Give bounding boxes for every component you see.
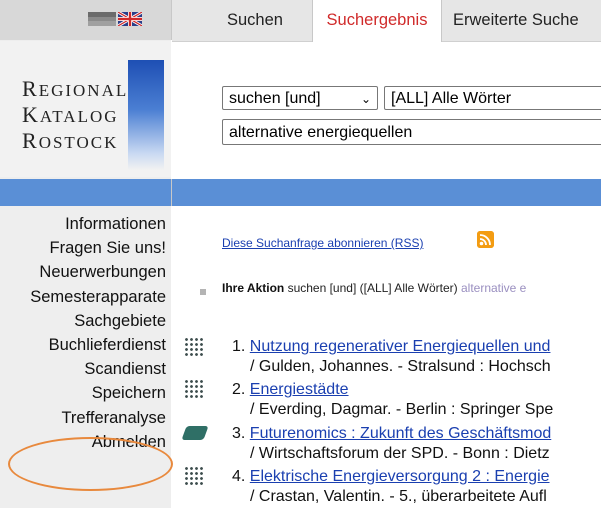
search-mode-value: suchen [und] <box>229 90 321 107</box>
tab-erweiterte-suche[interactable]: Erweiterte Suche <box>453 0 579 41</box>
logo-word-regional: REGIONAL <box>22 76 129 101</box>
text-document-icon <box>184 466 204 488</box>
rss-icon[interactable] <box>477 231 494 248</box>
sidebar-item-trefferanalyse[interactable]: Trefferanalyse <box>0 406 166 430</box>
tab-suchen[interactable]: Suchen <box>227 0 283 41</box>
result-title-link[interactable]: Futurenomics : Zukunft des Geschäftsmod <box>250 425 551 442</box>
logo-word-rostock: ROSTOCK <box>22 128 119 153</box>
sidebar-item-semesterapparate[interactable]: Semesterapparate <box>0 285 166 309</box>
result-detail: / Wirtschaftsforum der SPD. - Bonn : Die… <box>250 445 550 462</box>
result-detail: / Crastan, Valentin. - 5., überarbeitete… <box>250 488 547 505</box>
sidebar-item-sachgebiete[interactable]: Sachgebiete <box>0 309 166 333</box>
result-title-link[interactable]: Elektrische Energieversorgung 2 : Energi… <box>250 468 550 485</box>
sidebar-item-scandienst[interactable]: Scandienst <box>0 357 166 381</box>
rss-subscribe-link[interactable]: Diese Suchanfrage abonnieren (RSS) <box>222 236 423 250</box>
result-title-line: 2. Energiestädte <box>232 381 349 399</box>
highlight-ellipse <box>8 437 173 491</box>
action-label: Ihre Aktion <box>222 281 285 295</box>
result-number: 3. <box>232 425 250 442</box>
result-detail: / Everding, Dagmar. - Berlin : Springer … <box>250 401 554 418</box>
uk-flag-icon[interactable] <box>118 12 142 26</box>
search-mode-select[interactable]: suchen [und] ⌄ <box>222 86 378 110</box>
search-field-value: [ALL] Alle Wörter <box>391 90 512 107</box>
search-input[interactable]: alternative energiequellen <box>222 119 601 145</box>
result-number: 1. <box>232 338 250 355</box>
chevron-down-icon: ⌄ <box>360 92 371 106</box>
sidebar-item-speichern[interactable]: Speichern <box>0 381 166 405</box>
bullet-icon <box>200 289 206 295</box>
result-title-link[interactable]: Energiestädte <box>250 381 349 398</box>
book-icon <box>181 422 209 444</box>
action-text: suchen [und] ([ALL] Alle Wörter) <box>284 281 461 295</box>
result-number: 4. <box>232 468 250 485</box>
sidebar-item-informationen[interactable]: Informationen <box>0 212 166 236</box>
action-summary: Ihre Aktion suchen [und] ([ALL] Alle Wör… <box>222 281 526 295</box>
result-detail: / Gulden, Johannes. - Stralsund : Hochsc… <box>250 358 551 375</box>
result-title-line: 1. Nutzung regenerativer Energiequellen … <box>232 338 550 356</box>
result-title-line: 3. Futurenomics : Zukunft des Geschäftsm… <box>232 425 551 443</box>
tab-bar: Suchen Suchergebnis Erweiterte Suche <box>172 0 601 42</box>
sidebar-item-buchlieferdienst[interactable]: Buchlieferdienst <box>0 333 166 357</box>
sidebar-menu: Informationen Fragen Sie uns! Neuerwerbu… <box>0 212 166 454</box>
logo-gradient-bar <box>128 60 164 170</box>
search-field-select[interactable]: [ALL] Alle Wörter <box>384 86 601 110</box>
text-document-icon <box>184 379 204 401</box>
result-title-line: 4. Elektrische Energieversorgung 2 : Ene… <box>232 468 550 486</box>
search-query-value: alternative energiequellen <box>229 124 413 141</box>
language-bar <box>0 0 172 40</box>
action-keyword: alternative e <box>460 281 527 295</box>
sidebar-item-neuerwerbungen[interactable]: Neuerwerbungen <box>0 260 166 284</box>
tab-suchergebnis[interactable]: Suchergebnis <box>312 0 442 42</box>
de-flag-icon[interactable] <box>88 12 116 26</box>
sidebar-item-fragen-sie-uns[interactable]: Fragen Sie uns! <box>0 236 166 260</box>
result-title-link[interactable]: Nutzung regenerativer Energiequellen und <box>250 338 551 355</box>
result-number: 2. <box>232 381 250 398</box>
blue-band <box>0 179 601 206</box>
logo-word-katalog: KATALOG <box>22 102 119 127</box>
text-document-icon <box>184 337 204 359</box>
